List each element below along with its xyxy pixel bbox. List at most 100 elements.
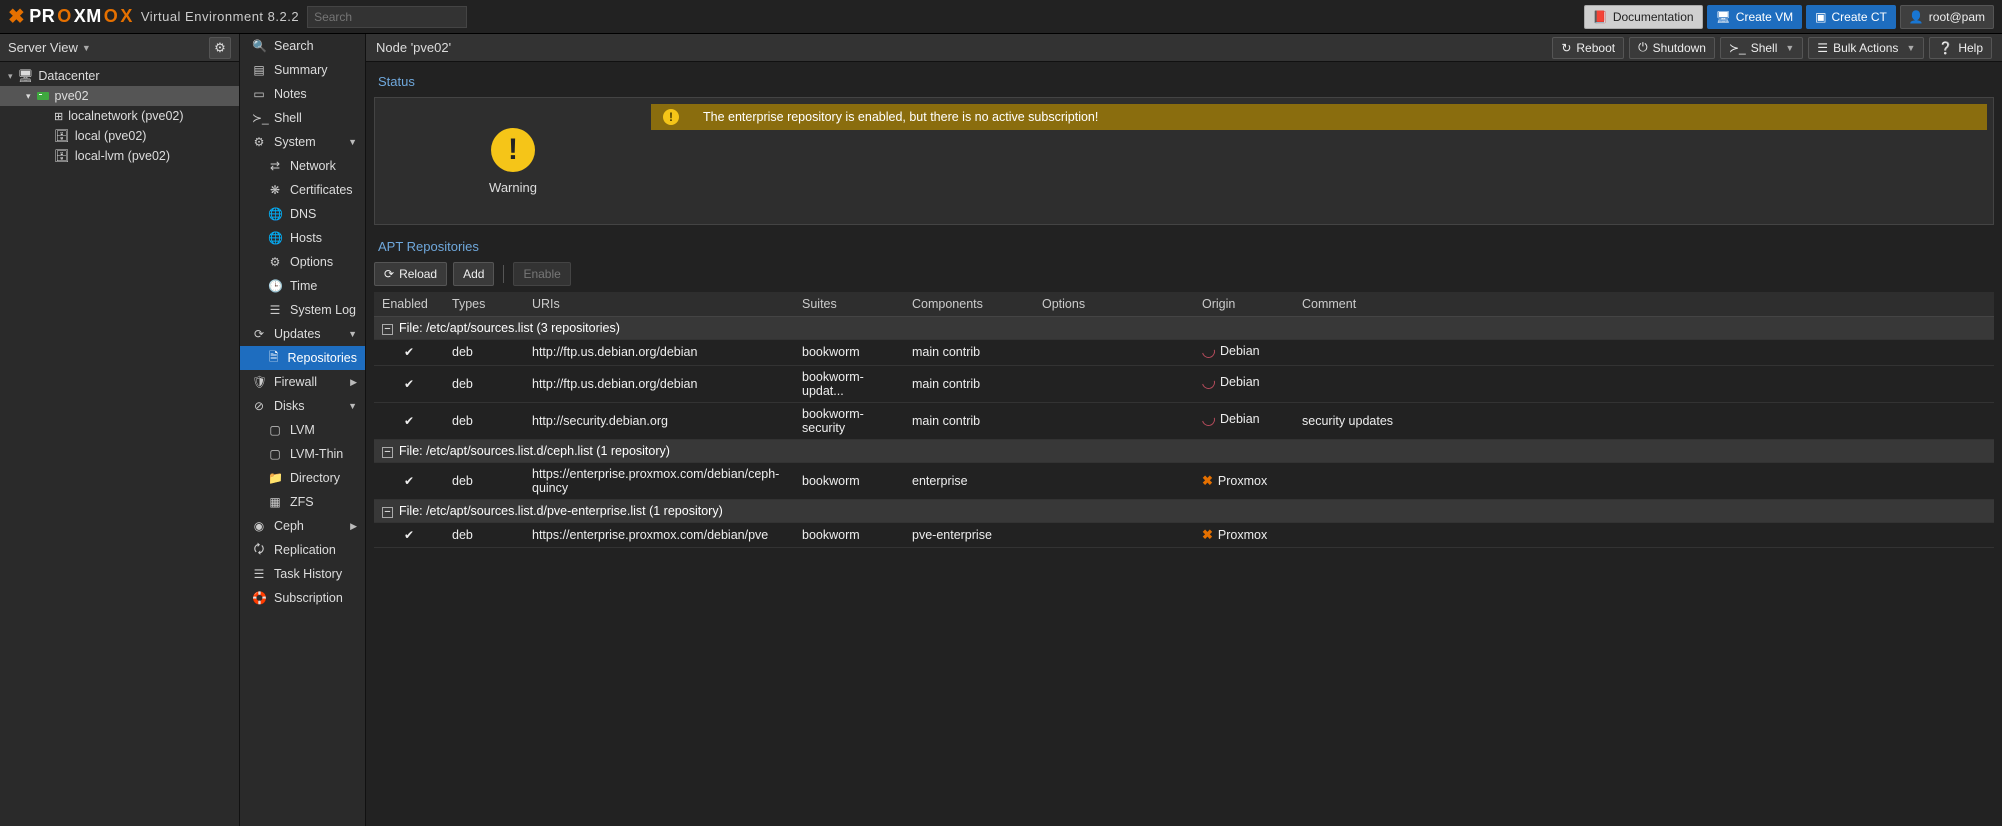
- repo-row[interactable]: ✔debhttps://enterprise.proxmox.com/debia…: [374, 462, 1994, 499]
- nav-zfs[interactable]: ▦ZFS: [240, 490, 365, 514]
- col-origin[interactable]: Origin: [1194, 292, 1294, 317]
- user-menu-button[interactable]: 👤root@pam: [1900, 5, 1994, 29]
- nav-label: Firewall: [274, 375, 317, 389]
- cell-components: main contrib: [904, 365, 1034, 402]
- tree-view-selector[interactable]: Server View: [8, 40, 78, 55]
- repo-row[interactable]: ✔debhttp://ftp.us.debian.org/debianbookw…: [374, 365, 1994, 402]
- nav-notes[interactable]: ▭Notes: [240, 82, 365, 106]
- nav-summary[interactable]: ▤Summary: [240, 58, 365, 82]
- warning-message: The enterprise repository is enabled, bu…: [703, 110, 1098, 124]
- reboot-button[interactable]: ↻Reboot: [1552, 37, 1624, 59]
- help-button[interactable]: ❔Help: [1929, 37, 1992, 59]
- logo-x-icon: ✖: [8, 4, 25, 29]
- proxmox-icon: ✖: [1202, 473, 1213, 489]
- reload-button[interactable]: ⟳Reload: [374, 262, 447, 286]
- cell-components: main contrib: [904, 402, 1034, 439]
- tree-settings-button[interactable]: ⚙: [209, 37, 231, 59]
- origin-label: Proxmox: [1218, 474, 1267, 488]
- tree-node-pve02[interactable]: ▾ pve02: [0, 86, 239, 106]
- debian-icon: [1200, 373, 1218, 391]
- nav-search[interactable]: 🔍Search: [240, 34, 365, 58]
- tree-item-label: localnetwork (pve02): [68, 109, 183, 123]
- col-comment[interactable]: Comment: [1294, 292, 1994, 317]
- shutdown-label: Shutdown: [1653, 41, 1706, 55]
- nav-ceph[interactable]: ◉Ceph▶: [240, 514, 365, 538]
- nav-network[interactable]: ⇄Network: [240, 154, 365, 178]
- documentation-button[interactable]: 📕Documentation: [1584, 5, 1703, 29]
- nav-syslog[interactable]: ☰System Log: [240, 298, 365, 322]
- tree-localnetwork[interactable]: ⊞ localnetwork (pve02): [0, 106, 239, 126]
- status-section-title: Status: [378, 74, 1994, 89]
- collapse-toggle-icon[interactable]: −: [382, 447, 393, 458]
- repo-row[interactable]: ✔debhttp://security.debian.orgbookworm-s…: [374, 402, 1994, 439]
- nav-disks[interactable]: ⊘Disks▼: [240, 394, 365, 418]
- status-warning-label: Warning: [489, 180, 537, 195]
- create-vm-button[interactable]: 🖥Create VM: [1707, 5, 1803, 29]
- enabled-check-icon: ✔: [382, 528, 436, 542]
- apt-section-title: APT Repositories: [378, 239, 1994, 254]
- nav-system[interactable]: ⚙System▼: [240, 130, 365, 154]
- repo-group-row[interactable]: −File: /etc/apt/sources.list (3 reposito…: [374, 317, 1994, 340]
- warning-icon: !: [491, 128, 535, 172]
- shell-button[interactable]: ≻_Shell▼: [1720, 37, 1803, 59]
- nav-updates[interactable]: ⟳Updates▼: [240, 322, 365, 346]
- repo-group-row[interactable]: −File: /etc/apt/sources.list.d/pve-enter…: [374, 499, 1994, 522]
- nav-label: Replication: [274, 543, 336, 557]
- chevron-right-icon: ▶: [350, 377, 357, 388]
- book-icon: 📕: [1593, 10, 1608, 24]
- ceph-icon: ◉: [252, 519, 266, 533]
- nav-subscription[interactable]: 🛟Subscription: [240, 586, 365, 610]
- global-search-input[interactable]: [307, 6, 467, 28]
- nav-label: Shell: [274, 111, 302, 125]
- nav-dns[interactable]: 🌐DNS: [240, 202, 365, 226]
- tree-item-label: local-lvm (pve02): [75, 149, 170, 163]
- brand-pr: PR: [29, 6, 55, 27]
- add-button[interactable]: Add: [453, 262, 494, 286]
- col-components[interactable]: Components: [904, 292, 1034, 317]
- nav-hosts[interactable]: 🌐Hosts: [240, 226, 365, 250]
- nav-replication[interactable]: 🗘Replication: [240, 538, 365, 562]
- repo-row[interactable]: ✔debhttps://enterprise.proxmox.com/debia…: [374, 522, 1994, 547]
- nav-lvmthin[interactable]: ▢LVM-Thin: [240, 442, 365, 466]
- debian-icon: [1200, 410, 1218, 428]
- logo: ✖ PROXMOX Virtual Environment 8.2.2: [8, 4, 299, 29]
- nav-label: LVM-Thin: [290, 447, 343, 461]
- nav-certificates[interactable]: ❋Certificates: [240, 178, 365, 202]
- nav-directory[interactable]: 📁Directory: [240, 466, 365, 490]
- nav-options[interactable]: ⚙Options: [240, 250, 365, 274]
- collapse-toggle-icon[interactable]: −: [382, 507, 393, 518]
- nav-repositories[interactable]: 🗎Repositories: [240, 346, 365, 370]
- tree-datacenter[interactable]: ▾ 🖥 Datacenter: [0, 66, 239, 86]
- cell-type: deb: [444, 402, 524, 439]
- nav-shell[interactable]: ≻_Shell: [240, 106, 365, 130]
- repo-group-row[interactable]: −File: /etc/apt/sources.list.d/ceph.list…: [374, 439, 1994, 462]
- debian-icon: [1200, 342, 1218, 360]
- nav-time[interactable]: 🕒Time: [240, 274, 365, 298]
- col-types[interactable]: Types: [444, 292, 524, 317]
- cell-options: [1034, 462, 1194, 499]
- nav-label: Updates: [274, 327, 321, 341]
- shutdown-button[interactable]: ⏻Shutdown: [1629, 37, 1715, 59]
- node-title: Node 'pve02': [376, 40, 451, 55]
- col-options[interactable]: Options: [1034, 292, 1194, 317]
- col-uris[interactable]: URIs: [524, 292, 794, 317]
- cell-options: [1034, 340, 1194, 366]
- origin-label: Debian: [1220, 375, 1260, 389]
- tree-local[interactable]: 🗄 local (pve02): [0, 126, 239, 146]
- nav-taskhistory[interactable]: ☰Task History: [240, 562, 365, 586]
- nav-label: Certificates: [290, 183, 353, 197]
- files-icon: 🗎: [268, 348, 280, 369]
- repo-row[interactable]: ✔debhttp://ftp.us.debian.org/debianbookw…: [374, 340, 1994, 366]
- create-ct-button[interactable]: ▣Create CT: [1806, 5, 1896, 29]
- reboot-label: Reboot: [1576, 41, 1615, 55]
- collapse-toggle-icon[interactable]: −: [382, 324, 393, 335]
- cell-origin: Debian: [1194, 365, 1294, 402]
- col-suites[interactable]: Suites: [794, 292, 904, 317]
- nav-label: Summary: [274, 63, 327, 77]
- bulk-actions-button[interactable]: ☰Bulk Actions▼: [1808, 37, 1924, 59]
- nav-firewall[interactable]: 🛡Firewall▶: [240, 370, 365, 394]
- tree-local-lvm[interactable]: 🗄 local-lvm (pve02): [0, 146, 239, 166]
- origin-label: Debian: [1220, 412, 1260, 426]
- col-enabled[interactable]: Enabled: [374, 292, 444, 317]
- nav-lvm[interactable]: ▢LVM: [240, 418, 365, 442]
